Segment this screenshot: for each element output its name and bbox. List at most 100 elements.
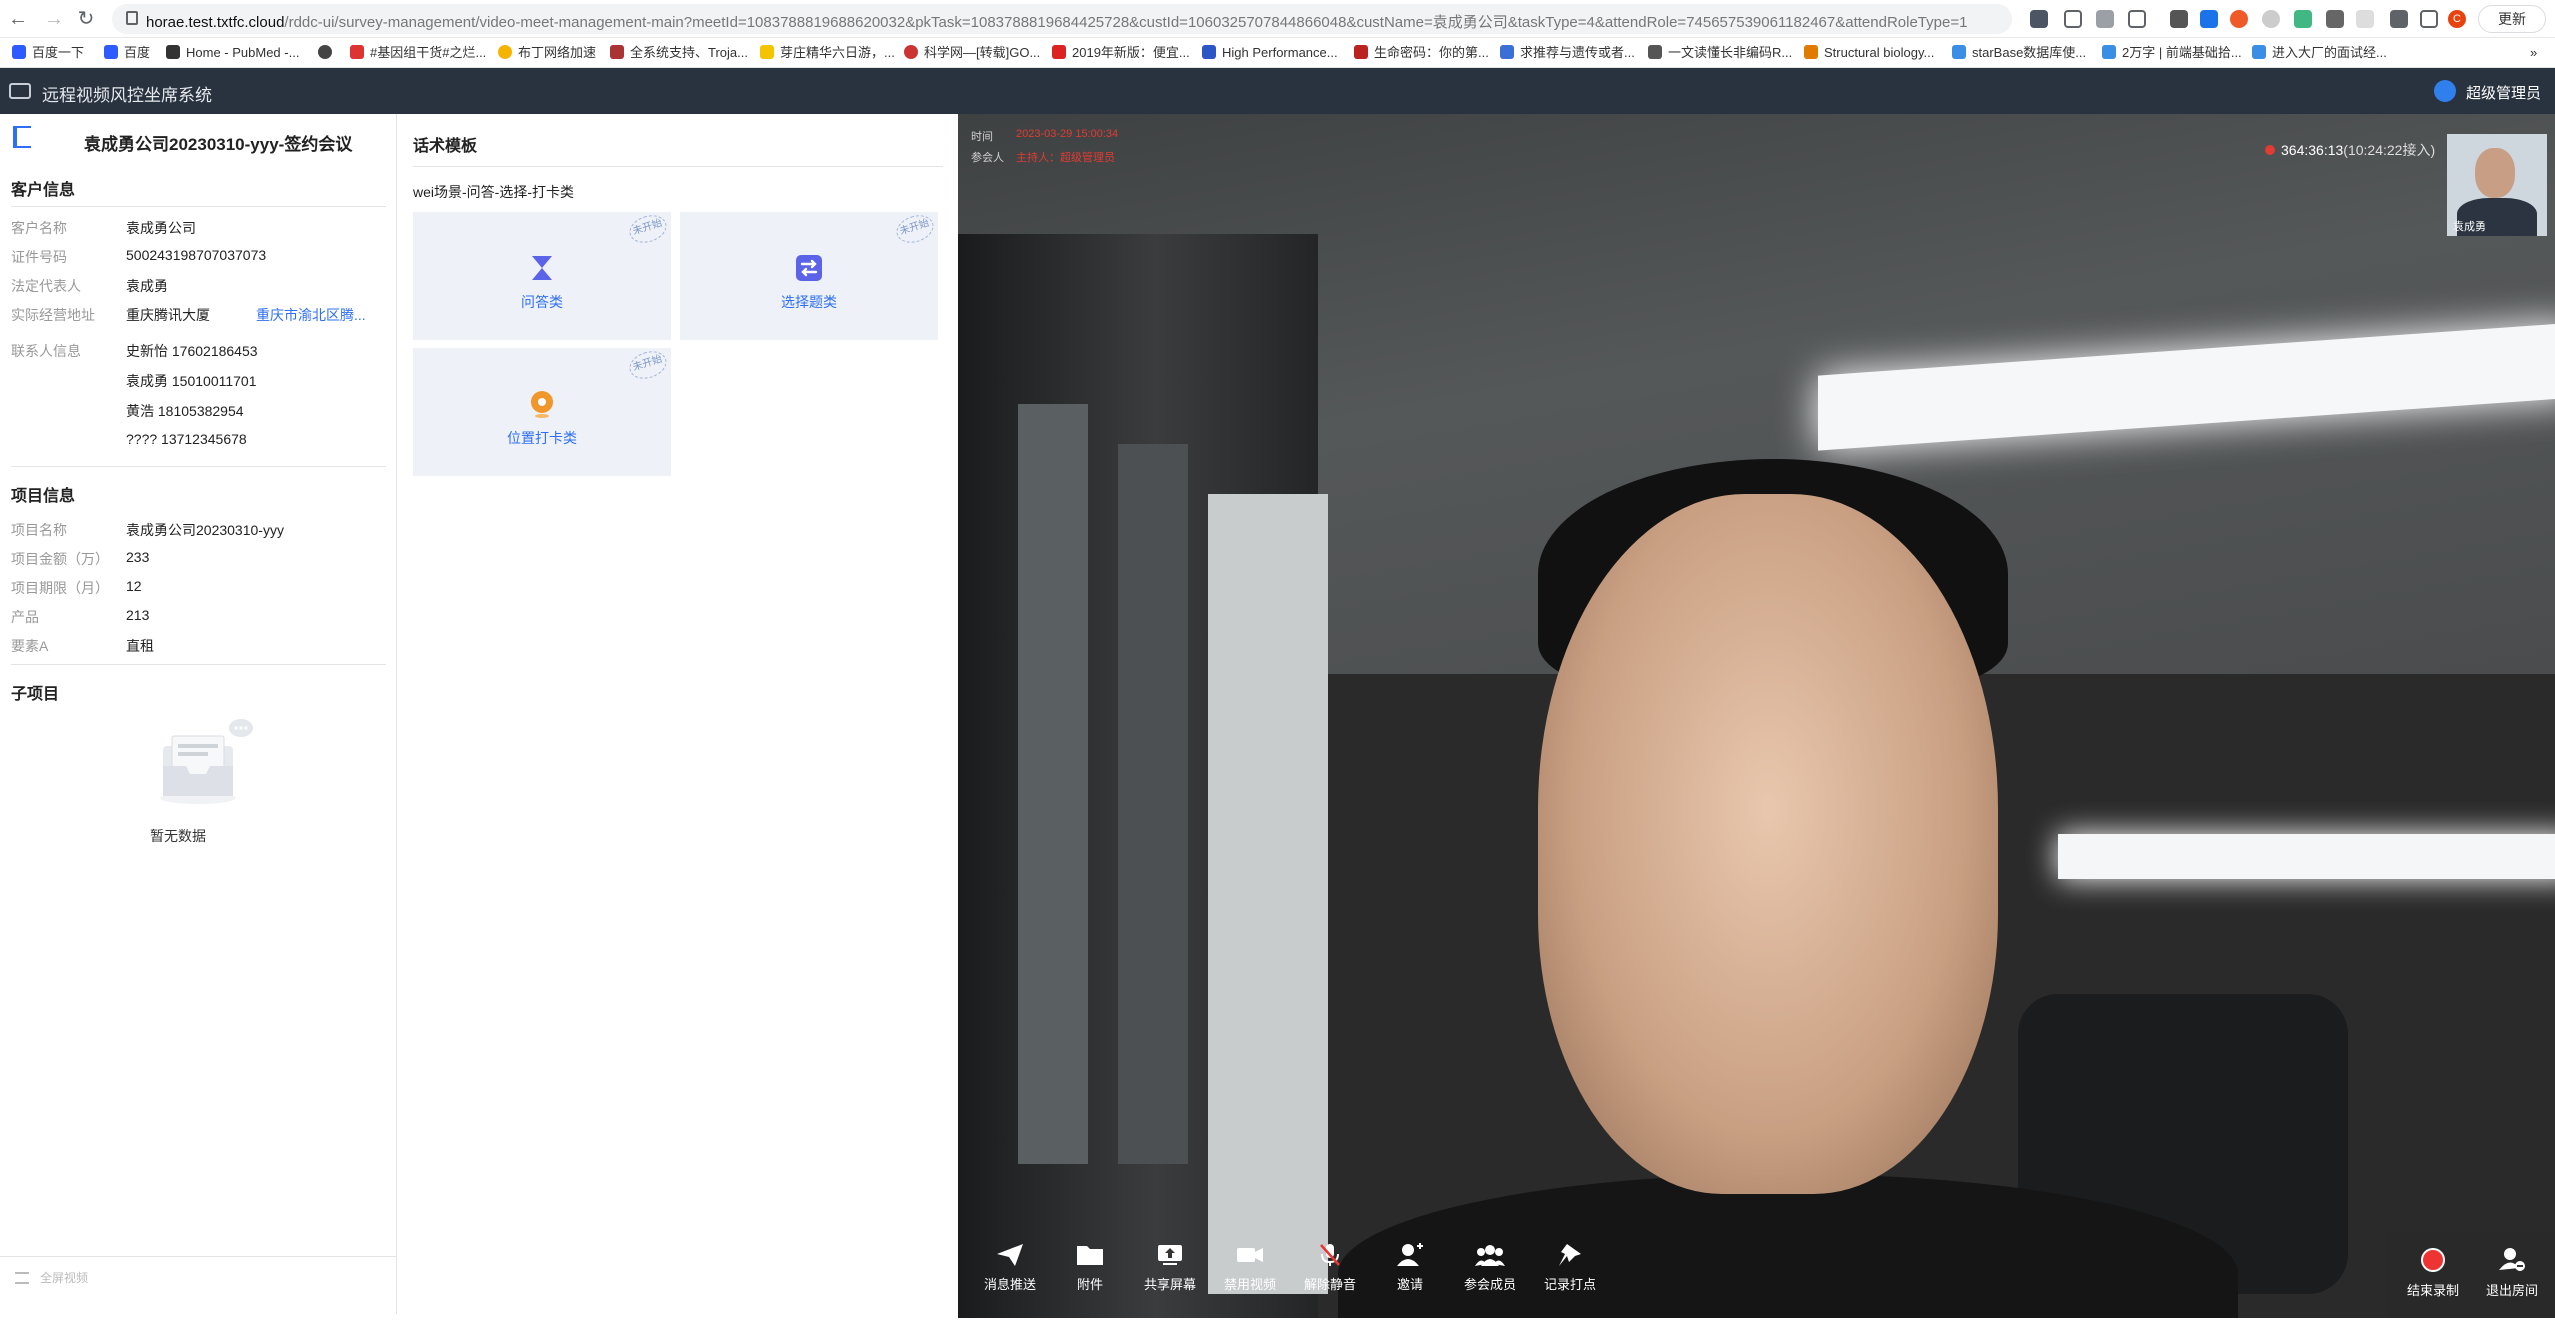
bookmark-item[interactable]: 一文读懂长非编码R... (1648, 45, 1792, 63)
bookmark-item[interactable]: 进入大厂的面试经... (2252, 45, 2387, 63)
bookmark-item[interactable]: #基因组干货#之烂... (350, 45, 486, 63)
video-background (1208, 494, 1328, 1294)
user-name[interactable]: 超级管理员 (2466, 82, 2541, 103)
profile-avatar[interactable]: C (2448, 10, 2466, 28)
bookmark-item[interactable]: 布丁网络加速 (498, 45, 596, 63)
send-icon (997, 1244, 1023, 1266)
browser-toolbar: ← → ↻ horae.test.txtfc.cloud/rddc-ui/sur… (0, 0, 2555, 38)
attachment-button[interactable]: 附件 (1055, 1242, 1125, 1302)
status-stamp: 未开始 (892, 210, 938, 248)
participant-thumbnail[interactable]: 袁成勇 (2447, 134, 2547, 236)
field-label: 实际经营地址 (11, 307, 95, 323)
business-address: 重庆腾讯大厦 (126, 307, 210, 323)
lock-icon (126, 11, 138, 25)
time-value: 2023-03-29 15:00:34 (1016, 128, 1119, 140)
template-card-location[interactable]: 未开始 位置打卡类 (413, 346, 671, 476)
video-stream[interactable]: 时间 2023-03-29 15:00:34 参会人 主持人：超级管理员 364… (958, 114, 2555, 1318)
key-icon[interactable] (2064, 10, 2082, 28)
field-label: 要素A (11, 638, 49, 654)
field-label: 项目金额（万） (11, 551, 109, 567)
button-label: 附件 (1076, 1277, 1103, 1292)
more-bookmarks-icon[interactable]: » (2530, 45, 2537, 63)
bookmark-item[interactable]: 百度一下 (12, 45, 84, 63)
participant-figure (1538, 494, 1998, 1194)
customer-section-title: 客户信息 (11, 182, 76, 199)
bookmark-item[interactable]: 芽庄精华六日游，... (760, 45, 895, 63)
script-template-panel: 话术模板 wei场景-问答-选择-打卡类 未开始 问答类 未开始 选择题类 未开… (398, 114, 958, 1314)
divider (11, 206, 386, 207)
button-label: 共享屏幕 (1143, 1277, 1196, 1292)
extension-icon[interactable] (2230, 10, 2248, 28)
bookmark-item[interactable]: 全系统支持、Troja... (610, 45, 748, 63)
button-label: 退出房间 (2485, 1283, 2538, 1298)
end-recording-button[interactable]: 结束录制 (2398, 1242, 2468, 1302)
unmute-button[interactable]: 解除静音 (1295, 1242, 1365, 1302)
book-icon (13, 126, 31, 148)
reload-icon[interactable]: ↻ (76, 9, 96, 29)
bookmark-item[interactable]: Home - PubMed -... (166, 45, 299, 63)
menu-icon[interactable] (9, 83, 31, 99)
customer-name: 袁成勇公司 (126, 220, 196, 236)
bookmark-item[interactable]: 百度 (104, 45, 150, 63)
puzzle-icon[interactable] (2390, 10, 2408, 28)
share-screen-button[interactable]: 共享屏幕 (1135, 1242, 1205, 1302)
app-header: 远程视频风控坐席系统 超级管理员 (0, 68, 2555, 114)
message-push-button[interactable]: 消息推送 (975, 1242, 1045, 1302)
location-pin-icon (531, 391, 553, 418)
invite-button[interactable]: 邀请 (1375, 1242, 1445, 1302)
update-button[interactable]: 更新 (2478, 5, 2546, 33)
share-icon[interactable] (2096, 10, 2114, 28)
card-label: 位置打卡类 (507, 430, 577, 446)
extension-icon[interactable] (2170, 10, 2188, 28)
extension-icon[interactable] (2326, 10, 2344, 28)
bookmark-item[interactable]: 生命密码：你的第... (1354, 45, 1489, 63)
bookmark-item[interactable]: High Performance... (1202, 45, 1338, 63)
project-name: 袁成勇公司20230310-yyy (126, 522, 284, 538)
bookmark-item[interactable]: 求推荐与遗传或者... (1500, 45, 1635, 63)
legal-representative: 袁成勇 (126, 278, 168, 294)
project-section-title: 项目信息 (11, 488, 76, 505)
bookmark-item[interactable]: starBase数据库使... (1952, 45, 2086, 63)
template-card-choice[interactable]: 未开始 选择题类 (680, 210, 938, 340)
video-background (1118, 444, 1188, 1164)
vue-devtools-icon[interactable] (2294, 10, 2312, 28)
field-label: 产品 (11, 609, 39, 625)
participants-button[interactable]: 参会成员 (1455, 1242, 1525, 1302)
address-link[interactable]: 重庆市渝北区腾... (256, 305, 366, 325)
bookmark-item[interactable]: 2万字 | 前端基础拾... (2102, 45, 2242, 63)
extension-icon[interactable] (2200, 10, 2218, 28)
fullscreen-video-link[interactable]: 全屏视频 (40, 1269, 88, 1286)
list-icon (15, 1272, 29, 1284)
button-label: 禁用视频 (1223, 1277, 1276, 1292)
forward-icon[interactable]: → (44, 9, 64, 29)
time-label: 时间 (971, 131, 993, 143)
bookmark-item[interactable] (318, 45, 338, 63)
button-label: 邀请 (1396, 1277, 1423, 1292)
bookmark-item[interactable]: 2019年新版：便宜... (1052, 45, 1190, 63)
back-icon[interactable]: ← (8, 9, 28, 29)
extension-icon[interactable] (2356, 10, 2374, 28)
id-number: 500243198707037073 (126, 247, 267, 263)
subproject-section-title: 子项目 (11, 686, 60, 703)
extension-icon[interactable] (2262, 10, 2280, 28)
address-bar[interactable]: horae.test.txtfc.cloud/rddc-ui/survey-ma… (112, 4, 2012, 34)
disable-video-button[interactable]: 禁用视频 (1215, 1242, 1285, 1302)
card-label: 选择题类 (781, 294, 837, 310)
record-mark-button[interactable]: 记录打点 (1535, 1242, 1605, 1302)
bookmark-item[interactable]: Structural biology... (1804, 45, 1934, 63)
user-avatar[interactable] (2434, 80, 2456, 102)
record-duration: 364:36:13 (2281, 142, 2344, 158)
sidepanel-icon[interactable] (2420, 10, 2438, 28)
scene-name: wei场景-问答-选择-打卡类 (413, 184, 574, 200)
joined-time: (10:24:22接入) (2343, 142, 2436, 158)
star-icon[interactable] (2128, 10, 2146, 28)
extension-icon[interactable] (2030, 10, 2048, 28)
template-card-qa[interactable]: 未开始 问答类 (413, 210, 671, 340)
contact-item: 黄浩 18105382954 (126, 403, 244, 419)
exit-room-button[interactable]: 退出房间 (2477, 1242, 2547, 1302)
bookmark-item[interactable]: 科学网—[转载]GO... (904, 45, 1040, 63)
contact-item: 史新怡 17602186453 (126, 343, 258, 359)
meeting-info-panel: 袁成勇公司20230310-yyy-签约会议 客户信息 客户名称 袁成勇公司 证… (0, 114, 397, 1314)
attendee-value: 主持人：超级管理员 (1016, 152, 1115, 164)
element-a: 直租 (126, 638, 154, 654)
